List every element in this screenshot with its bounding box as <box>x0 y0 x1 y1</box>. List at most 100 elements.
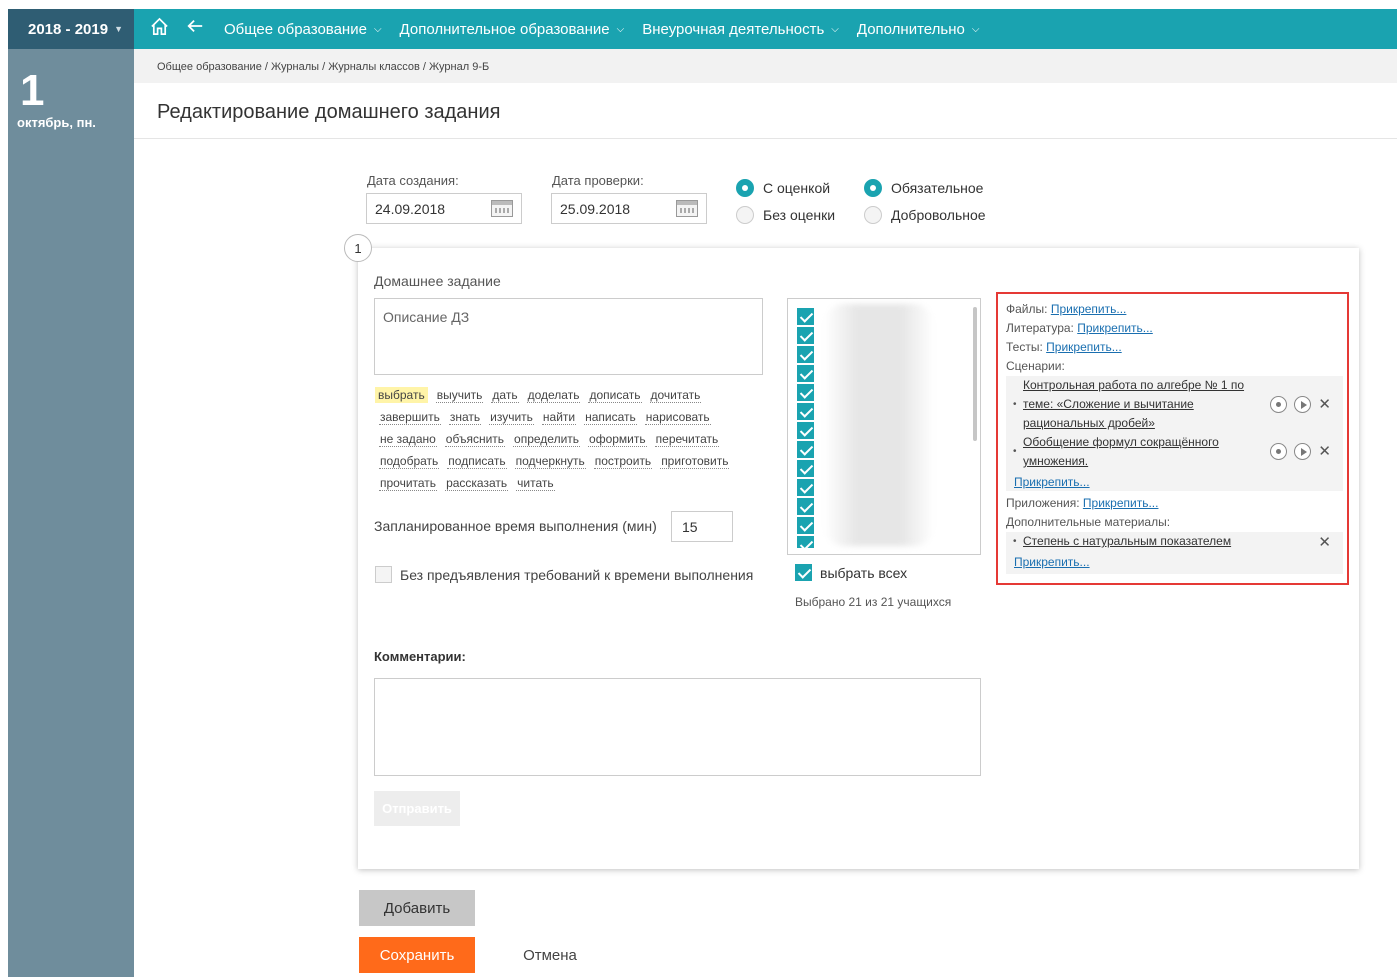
verb-chip[interactable]: изучить <box>489 410 534 425</box>
literature-row: Литература: Прикрепить... <box>1006 321 1153 335</box>
student-checkbox[interactable] <box>797 536 814 548</box>
close-icon[interactable]: ✕ <box>1318 442 1331 460</box>
nav-general-education[interactable]: Общее образование ⌵ <box>224 21 382 38</box>
tests-label: Тесты: <box>1006 340 1043 354</box>
verb-chip[interactable]: читать <box>516 476 555 491</box>
send-button[interactable]: Отправить <box>374 791 460 826</box>
nav-label: Дополнительное образование <box>399 20 610 38</box>
eye-icon[interactable] <box>1270 442 1288 460</box>
verb-chip[interactable]: нарисовать <box>644 410 711 425</box>
files-label: Файлы: <box>1006 302 1048 316</box>
select-all-option[interactable]: выбрать всех <box>795 564 907 581</box>
check-date-field[interactable]: 25.09.2018 <box>551 193 707 224</box>
back-arrow-icon[interactable] <box>184 17 206 41</box>
apps-row: Приложения: Прикрепить... <box>1006 496 1158 510</box>
verb-chip[interactable]: найти <box>541 410 577 425</box>
verb-chip[interactable]: дочитать <box>649 388 702 403</box>
verb-chip[interactable]: дать <box>491 388 519 403</box>
planned-time-label: Запланированное время выполнения (мин) <box>374 518 657 534</box>
close-icon[interactable]: ✕ <box>1318 395 1331 413</box>
homework-section-label: Домашнее задание <box>374 273 501 289</box>
attach-literature-link[interactable]: Прикрепить... <box>1077 321 1153 335</box>
year-selector[interactable]: 2018 - 2019 ▼ <box>8 9 134 49</box>
student-checkbox[interactable] <box>797 498 814 515</box>
blurred-student-names <box>824 304 934 546</box>
eye-icon[interactable] <box>1270 395 1288 413</box>
bullet-icon: • <box>1013 536 1017 547</box>
extra-material-item[interactable]: Степень с натуральным показателем <box>1023 532 1253 551</box>
student-checkbox[interactable] <box>797 365 814 382</box>
calendar-icon[interactable] <box>676 200 698 217</box>
verb-chip[interactable]: построить <box>593 454 653 469</box>
breadcrumb[interactable]: Общее образование / Журналы / Журналы кл… <box>134 49 1397 83</box>
verb-chip[interactable]: оформить <box>588 432 647 447</box>
verb-chip[interactable]: определить <box>513 432 581 447</box>
play-icon[interactable] <box>1294 395 1312 413</box>
verb-chip[interactable]: не задано <box>379 432 437 447</box>
verb-chip[interactable]: выбрать <box>375 387 428 403</box>
student-checkbox[interactable] <box>797 403 814 420</box>
radio-checked-icon <box>736 179 754 197</box>
verb-chip[interactable]: рассказать <box>445 476 509 491</box>
close-icon[interactable]: ✕ <box>1318 533 1331 551</box>
verb-chip[interactable]: знать <box>448 410 482 425</box>
created-date-label: Дата создания: <box>367 173 459 188</box>
save-button[interactable]: Сохранить <box>359 937 475 973</box>
attach-extra-link[interactable]: Прикрепить... <box>1014 555 1090 569</box>
attach-scenario-link[interactable]: Прикрепить... <box>1014 475 1090 489</box>
student-checkbox[interactable] <box>797 308 814 325</box>
student-checkbox[interactable] <box>797 422 814 439</box>
comments-textarea[interactable] <box>374 678 981 776</box>
nav-more[interactable]: Дополнительно ⌵ <box>857 21 980 38</box>
checkbox-unchecked-icon <box>375 566 392 583</box>
scenario-item[interactable]: Обобщение формул сокращённого умножения. <box>1023 433 1228 471</box>
student-checkbox[interactable] <box>797 460 814 477</box>
chevron-down-icon: ⌵ <box>971 23 980 35</box>
verb-chip[interactable]: перечитать <box>654 432 720 447</box>
verb-chip[interactable]: выучить <box>435 388 484 403</box>
student-checkbox[interactable] <box>797 479 814 496</box>
planned-time-input[interactable]: 15 <box>671 511 733 542</box>
nav-extracurricular[interactable]: Внеурочная деятельность ⌵ <box>642 21 839 38</box>
verb-chip[interactable]: приготовить <box>660 454 730 469</box>
description-textarea[interactable]: Описание ДЗ <box>374 298 763 375</box>
student-checkbox[interactable] <box>797 346 814 363</box>
student-checkbox[interactable] <box>797 441 814 458</box>
attach-tests-link[interactable]: Прикрепить... <box>1046 340 1122 354</box>
student-checkbox[interactable] <box>797 327 814 344</box>
verb-chip[interactable]: подписать <box>447 454 507 469</box>
verb-chip[interactable]: завершить <box>379 410 441 425</box>
scenario-item[interactable]: Контрольная работа по алгебре № 1 по тем… <box>1023 376 1263 433</box>
scrollbar[interactable] <box>973 307 977 441</box>
radio-unchecked-icon <box>864 206 882 224</box>
play-icon[interactable] <box>1294 442 1312 460</box>
no-time-requirement-option[interactable]: Без предъявления требований к времени вы… <box>375 566 753 583</box>
verb-chip[interactable]: подчеркнуть <box>514 454 586 469</box>
checkbox-checked-icon <box>795 564 812 581</box>
verb-chip[interactable]: дописать <box>588 388 642 403</box>
attach-files-link[interactable]: Прикрепить... <box>1051 302 1127 316</box>
nav-additional-education[interactable]: Дополнительное образование ⌵ <box>400 21 625 38</box>
verb-chip[interactable]: прочитать <box>379 476 438 491</box>
chevron-down-icon: ⌵ <box>831 23 839 35</box>
verb-chip[interactable]: доделать <box>526 388 581 403</box>
add-button[interactable]: Добавить <box>359 890 475 926</box>
radio-required[interactable]: Обязательное <box>864 179 983 197</box>
verb-chip[interactable]: подобрать <box>379 454 440 469</box>
verb-chip[interactable]: написать <box>584 410 637 425</box>
radio-voluntary[interactable]: Добровольное <box>864 206 986 224</box>
radio-with-grade[interactable]: С оценкой <box>736 179 830 197</box>
attach-apps-link[interactable]: Прикрепить... <box>1083 496 1159 510</box>
attachments-panel: Файлы: Прикрепить... Литература: Прикреп… <box>996 292 1349 585</box>
home-icon[interactable] <box>148 17 170 42</box>
created-date-field[interactable]: 24.09.2018 <box>366 193 522 224</box>
verb-chip[interactable]: объяснить <box>444 432 506 447</box>
radio-label: Обязательное <box>891 180 984 196</box>
calendar-icon[interactable] <box>491 200 513 217</box>
no-time-requirement-label: Без предъявления требований к времени вы… <box>400 566 754 583</box>
radio-without-grade[interactable]: Без оценки <box>736 206 835 224</box>
nav-label: Дополнительно <box>856 20 965 38</box>
cancel-button[interactable]: Отмена <box>500 937 600 973</box>
student-checkbox[interactable] <box>797 517 814 534</box>
student-checkbox[interactable] <box>797 384 814 401</box>
